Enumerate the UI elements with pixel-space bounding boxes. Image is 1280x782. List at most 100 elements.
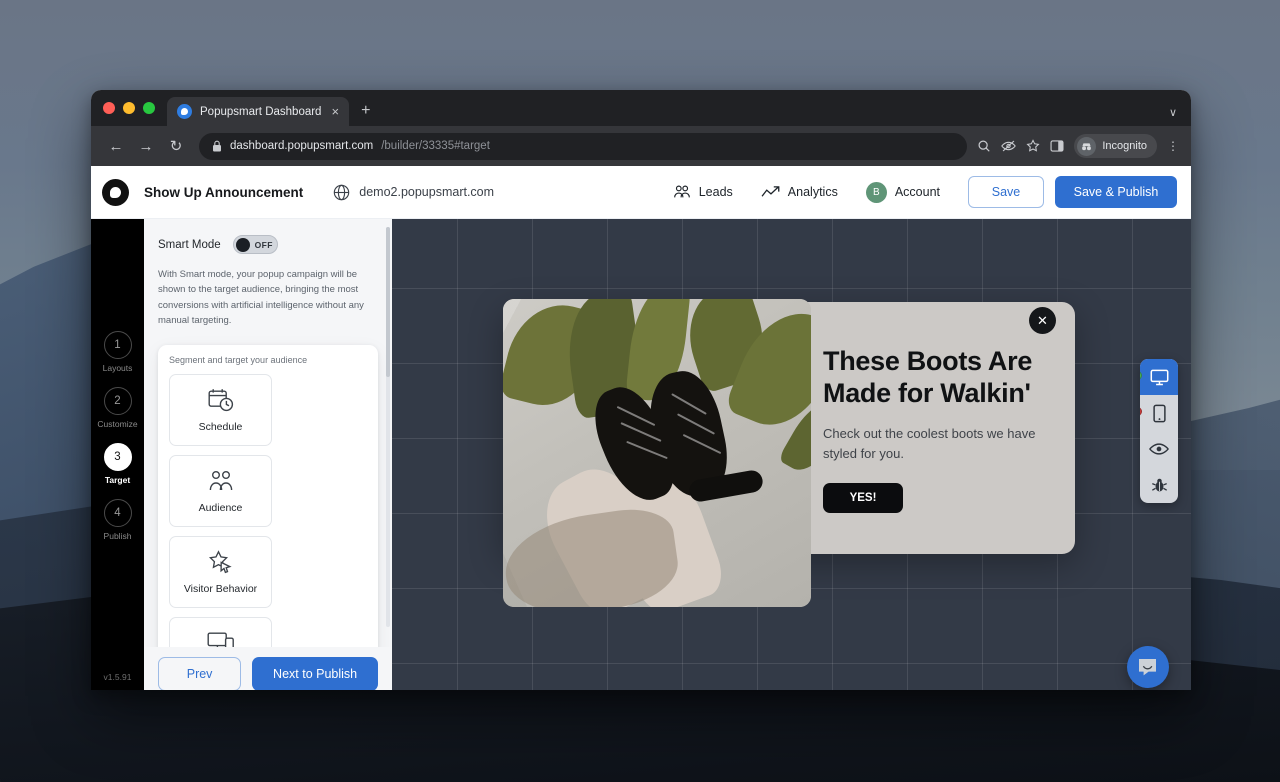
step-number: 2 [103,387,132,415]
reload-button[interactable]: ↻ [163,133,189,159]
popup-cta-button[interactable]: YES! [823,483,903,513]
step-customize[interactable]: 2 Customize [97,387,138,429]
popup-canvas: These Boots Are Made for Walkin' Check o… [392,219,1191,690]
back-button[interactable]: ← [103,133,129,159]
popup-description: Check out the coolest boots we have styl… [823,425,1036,461]
address-bar-path: /builder/33335#target [381,140,490,152]
device-preview-rail [1140,359,1178,503]
popup-headline: These Boots Are Made for Walkin' [823,346,1033,408]
target-card-visitor-behavior[interactable]: Visitor Behavior [169,535,272,608]
address-bar-domain: dashboard.popupsmart.com [230,140,374,152]
steps-rail: 1 Layouts 2 Customize 3 Target 4 Publish… [91,219,144,690]
version-label: v1.5.91 [103,672,132,682]
chat-widget-button[interactable] [1127,646,1169,688]
step-label: Target [104,475,131,485]
chat-bubble-icon [1139,659,1156,676]
segment-card-title: Segment and target your audience [169,354,308,365]
desktop-icon [1150,369,1168,385]
analytics-icon [761,185,780,197]
smart-mode-label: Smart Mode [158,238,221,251]
smart-mode-state: OFF [254,239,273,250]
popup-preview: These Boots Are Made for Walkin' Check o… [503,299,1075,607]
popupsmart-logo[interactable] [102,178,129,206]
star-cursor-icon [208,549,234,575]
mobile-view-button[interactable] [1140,395,1178,431]
close-window-button[interactable] [103,102,115,114]
save-publish-button[interactable]: Save & Publish [1055,176,1177,208]
popup-close-icon[interactable]: ✕ [1029,307,1056,334]
minimize-window-button[interactable] [123,102,135,114]
segment-card: Segment and target your audience Schedul… [158,344,378,691]
panel-footer: Prev Next to Publish [144,647,392,690]
step-layouts[interactable]: 1 Layouts [102,331,133,373]
target-card-label: Schedule [198,420,243,433]
browser-menu-icon[interactable]: ⋮ [1167,139,1179,153]
smart-mode-row: Smart Mode OFF [158,235,378,254]
globe-icon [334,184,350,200]
people-icon [207,468,235,494]
nav-leads[interactable]: Leads [673,184,733,200]
calendar-clock-icon [208,387,234,413]
desktop-view-button[interactable] [1140,359,1178,395]
address-bar[interactable]: dashboard.popupsmart.com/builder/33335#t… [199,132,968,160]
desktop-status-dot [1140,371,1142,380]
step-label: Customize [97,419,138,429]
step-number: 3 [103,443,132,471]
window-controls [103,90,167,126]
panel-scrollbar-thumb[interactable] [386,227,390,377]
bookmark-star-icon[interactable] [1026,139,1040,153]
browser-tab[interactable]: Popupsmart Dashboard × [167,97,350,126]
nav-analytics[interactable]: Analytics [761,185,838,200]
nav-leads-label: Leads [698,185,733,199]
next-to-publish-button[interactable]: Next to Publish [252,657,378,690]
target-card-audience[interactable]: Audience [169,454,272,527]
toggle-knob [235,237,250,252]
debug-bug-icon [1151,478,1167,492]
new-tab-button[interactable]: + [361,102,370,120]
forward-button[interactable]: → [133,133,159,159]
browser-tab-title: Popupsmart Dashboard [200,105,322,118]
step-number: 4 [103,499,132,527]
profile-chip[interactable]: Incognito [1074,134,1157,158]
leads-icon [673,185,690,198]
side-panel-icon[interactable] [1050,139,1064,153]
nav-analytics-label: Analytics [787,185,838,199]
step-target[interactable]: 3 Target [103,443,132,485]
target-card-schedule[interactable]: Schedule [169,373,272,446]
target-card-label: Audience [198,501,243,514]
target-card-grid: Schedule Audience Visitor Behavior [169,373,367,691]
browser-window: Popupsmart Dashboard × + ∨ ← → ↻ dashboa… [91,90,1191,690]
site-domain[interactable]: demo2.popupsmart.com [333,184,494,201]
popup-image[interactable] [503,299,811,607]
tracking-protection-icon[interactable] [1001,139,1017,153]
nav-account[interactable]: B Account [865,181,940,203]
profile-label: Incognito [1102,140,1147,152]
incognito-avatar-icon [1077,136,1097,156]
avatar: B [865,181,887,203]
site-domain-label: demo2.popupsmart.com [359,185,495,199]
lock-icon [213,140,221,152]
smart-mode-toggle[interactable]: OFF [232,235,278,254]
step-number: 1 [103,331,132,359]
app-body: 1 Layouts 2 Customize 3 Target 4 Publish… [91,219,1191,690]
browser-toolbar: ← → ↻ dashboard.popupsmart.com/builder/3… [91,126,1191,166]
popupsmart-favicon [177,104,192,119]
preview-eye-icon [1149,443,1169,455]
step-label: Layouts [102,363,133,373]
tab-search-caret-icon[interactable]: ∨ [1169,106,1177,119]
search-icon[interactable] [977,139,991,153]
save-button[interactable]: Save [968,176,1044,208]
target-settings-panel: Smart Mode OFF With Smart mode, your pop… [144,219,392,690]
debug-button[interactable] [1140,467,1178,503]
close-tab-icon[interactable]: × [329,105,341,118]
campaign-title: Show Up Announcement [144,184,304,200]
browser-tab-strip: Popupsmart Dashboard × + ∨ [91,90,1191,126]
preview-button[interactable] [1140,431,1178,467]
prev-button[interactable]: Prev [158,657,242,690]
target-card-label: Visitor Behavior [183,582,258,595]
step-publish[interactable]: 4 Publish [103,499,132,541]
maximize-window-button[interactable] [143,102,155,114]
step-label: Publish [103,531,132,541]
mobile-status-dot [1140,407,1142,416]
omnibox-actions: Incognito ⋮ [977,134,1179,158]
